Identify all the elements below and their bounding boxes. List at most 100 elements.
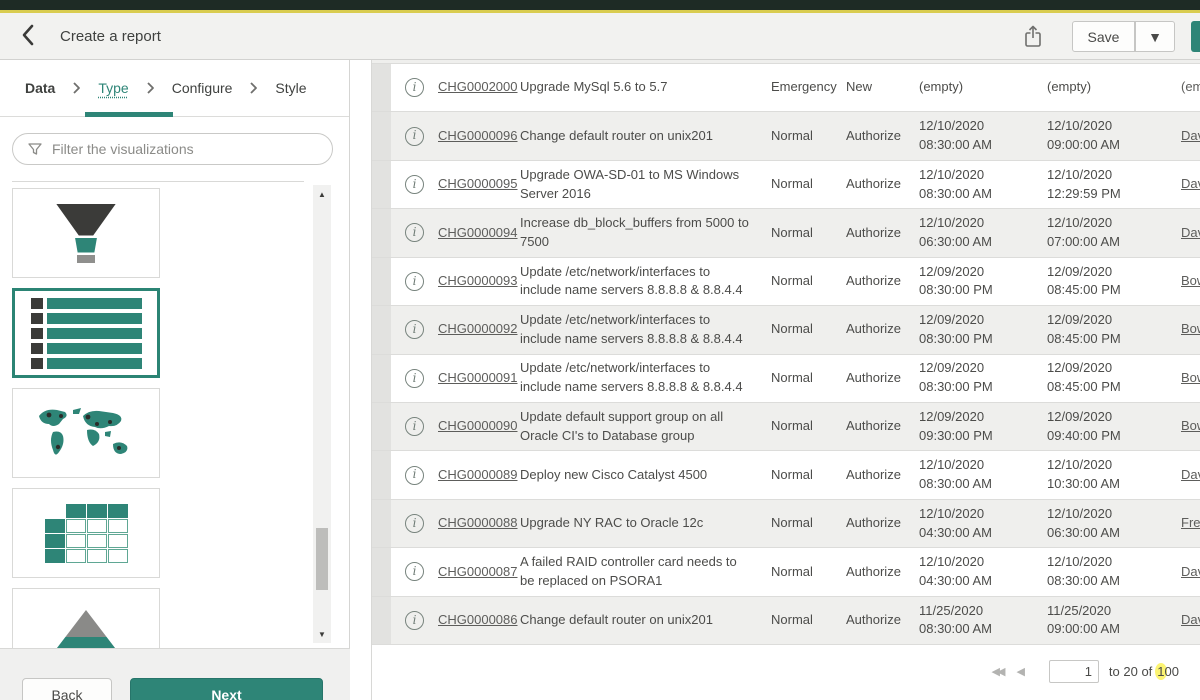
change-number-link[interactable]: CHG0000088 (438, 514, 520, 533)
assignee-link[interactable]: Dav (1175, 224, 1200, 243)
state-value: New (844, 78, 919, 97)
change-number-link[interactable]: CHG0002000 (438, 78, 520, 97)
short-description: Update /etc/network/interfaces to includ… (520, 359, 766, 397)
short-description: Update /etc/network/interfaces to includ… (520, 311, 766, 349)
state-value: Authorize (844, 466, 919, 485)
change-number-link[interactable]: CHG0000094 (438, 224, 520, 243)
viz-type-list (0, 182, 312, 648)
info-icon[interactable]: i (405, 514, 424, 533)
priority-value: Normal (766, 272, 844, 291)
assignee-link[interactable]: Bow (1175, 320, 1200, 339)
row-gutter (372, 355, 391, 402)
filter-visualizations-input[interactable] (52, 141, 332, 157)
scroll-up-icon[interactable]: ▲ (313, 187, 331, 201)
step-tab-type[interactable]: Type (98, 80, 128, 96)
assignee-link[interactable]: Dav (1175, 175, 1200, 194)
table-row: i CHG0000092 Update /etc/network/interfa… (372, 306, 1200, 354)
info-icon[interactable]: i (405, 78, 424, 97)
first-page-icon[interactable]: ◀◀ (992, 665, 1003, 678)
viz-thumbnail-heatmap[interactable] (12, 488, 160, 578)
table-row: i CHG0000086 Change default router on un… (372, 597, 1200, 645)
assignee-link[interactable]: Dav (1175, 466, 1200, 485)
save-split-button: Save ▼ (1072, 21, 1175, 52)
state-value: Authorize (844, 127, 919, 146)
info-icon[interactable]: i (405, 223, 424, 242)
priority-value: Normal (766, 369, 844, 388)
save-dropdown-button[interactable]: ▼ (1135, 21, 1175, 52)
assignee-link[interactable]: Dav (1175, 127, 1200, 146)
assignee-link[interactable]: Dav (1175, 563, 1200, 582)
prev-page-icon[interactable]: ◀ (1016, 665, 1024, 678)
partial-run-button[interactable] (1191, 21, 1200, 52)
state-value: Authorize (844, 320, 919, 339)
state-value: Authorize (844, 417, 919, 436)
table-row: i CHG0000093 Update /etc/network/interfa… (372, 258, 1200, 306)
planned-end-date: (empty) (1047, 78, 1175, 97)
planned-end-date: 12/09/2020 08:45:00 PM (1047, 311, 1175, 349)
step-tab-data[interactable]: Data (25, 80, 55, 96)
info-icon[interactable]: i (405, 611, 424, 630)
table-row: i CHG0000095 Upgrade OWA-SD-01 to MS Win… (372, 161, 1200, 209)
assignee-link[interactable]: Bow (1175, 417, 1200, 436)
planned-end-date: 12/10/2020 09:00:00 AM (1047, 117, 1175, 155)
viz-thumbnail-map[interactable] (12, 388, 160, 478)
next-button[interactable]: Next (130, 678, 323, 700)
save-button[interactable]: Save (1072, 21, 1135, 52)
change-number-link[interactable]: CHG0000091 (438, 369, 520, 388)
assignee-link[interactable]: Bow (1175, 272, 1200, 291)
row-gutter (372, 500, 391, 547)
short-description: Update /etc/network/interfaces to includ… (520, 263, 766, 301)
planned-end-date: 12/09/2020 08:45:00 PM (1047, 359, 1175, 397)
priority-value: Normal (766, 466, 844, 485)
row-gutter (372, 306, 391, 353)
row-gutter (372, 209, 391, 256)
priority-value: Normal (766, 175, 844, 194)
state-value: Authorize (844, 369, 919, 388)
short-description: Change default router on unix201 (520, 127, 766, 146)
table-row: i CHG0002000 Upgrade MySql 5.6 to 5.7 Em… (372, 64, 1200, 112)
change-number-link[interactable]: CHG0000087 (438, 563, 520, 582)
planned-start-date: 11/25/2020 08:30:00 AM (919, 602, 1047, 640)
info-icon[interactable]: i (405, 272, 424, 291)
world-map-icon (31, 402, 141, 464)
change-number-link[interactable]: CHG0000093 (438, 272, 520, 291)
planned-end-date: 12/10/2020 08:30:00 AM (1047, 553, 1175, 591)
info-icon[interactable]: i (405, 466, 424, 485)
info-icon[interactable]: i (405, 369, 424, 388)
page-number-input[interactable] (1049, 660, 1099, 683)
assignee-link[interactable]: Fre (1175, 514, 1200, 533)
share-icon[interactable] (1022, 24, 1044, 50)
assignee-link: (em (1175, 78, 1200, 97)
assignee-link[interactable]: Dav (1175, 611, 1200, 630)
step-tab-configure[interactable]: Configure (172, 80, 233, 96)
info-icon[interactable]: i (405, 320, 424, 339)
back-button[interactable]: Back (22, 678, 112, 700)
short-description: Deploy new Cisco Catalyst 4500 (520, 466, 766, 485)
scrollbar-thumb[interactable] (316, 528, 328, 590)
planned-start-date: 12/10/2020 08:30:00 AM (919, 166, 1047, 204)
short-description: Upgrade MySql 5.6 to 5.7 (520, 78, 766, 97)
viz-thumbnail-list[interactable] (12, 288, 160, 378)
table-row: i CHG0000087 A failed RAID controller ca… (372, 548, 1200, 596)
info-icon[interactable]: i (405, 562, 424, 581)
change-number-link[interactable]: CHG0000089 (438, 466, 520, 485)
chevron-right-icon (72, 81, 81, 95)
state-value: Authorize (844, 272, 919, 291)
change-number-link[interactable]: CHG0000090 (438, 417, 520, 436)
assignee-link[interactable]: Bow (1175, 369, 1200, 388)
change-number-link[interactable]: CHG0000092 (438, 320, 520, 339)
change-number-link[interactable]: CHG0000095 (438, 175, 520, 194)
change-number-link[interactable]: CHG0000086 (438, 611, 520, 630)
info-icon[interactable]: i (405, 175, 424, 194)
change-number-link[interactable]: CHG0000096 (438, 127, 520, 146)
viz-thumbnail-funnel[interactable] (12, 188, 160, 278)
scroll-down-icon[interactable]: ▼ (313, 627, 331, 641)
row-gutter (372, 597, 391, 644)
viz-thumbnail-pyramid[interactable] (12, 588, 160, 648)
info-icon[interactable]: i (405, 417, 424, 436)
step-tab-style[interactable]: Style (275, 80, 306, 96)
back-arrow-button[interactable] (20, 23, 36, 49)
viz-list-scrollbar[interactable]: ▲ ▼ (313, 185, 331, 643)
info-icon[interactable]: i (405, 127, 424, 146)
filter-funnel-icon (27, 141, 43, 157)
